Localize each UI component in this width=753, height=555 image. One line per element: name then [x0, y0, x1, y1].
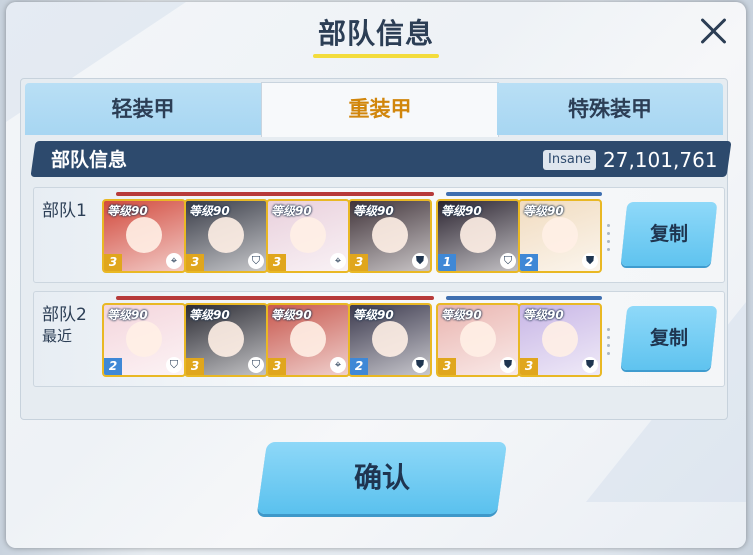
level-label: 等级90	[107, 204, 148, 218]
level-label: 等级90	[189, 204, 230, 218]
title-underline	[313, 54, 439, 58]
shield-icon: ⛊	[500, 357, 516, 373]
copy-button[interactable]	[620, 306, 718, 370]
crosshair-icon: ⌖	[166, 253, 182, 269]
character-card[interactable]: 等级90 2 ⛊	[348, 303, 432, 377]
character-portrait	[460, 321, 496, 357]
info-label: 部队信息	[51, 149, 128, 171]
character-card[interactable]: 等级90 2 ⛉	[102, 303, 186, 377]
character-portrait	[208, 321, 244, 357]
healer-icon: ⛉	[500, 253, 516, 269]
dialog-title: 部队信息	[317, 17, 434, 50]
character-card[interactable]: 等级90 3 ⌖	[266, 303, 350, 377]
unit-label: 部队2	[42, 305, 87, 325]
character-portrait	[126, 217, 162, 253]
divider-dots	[607, 224, 611, 256]
star-badge: 3	[268, 358, 286, 375]
healer-icon: ⛉	[248, 357, 264, 373]
tab-special-armor[interactable]: 特殊装甲	[497, 83, 723, 135]
crosshair-icon: ⌖	[330, 253, 346, 269]
character-portrait	[126, 321, 162, 357]
level-label: 等级90	[271, 308, 312, 322]
character-portrait	[290, 321, 326, 357]
character-portrait	[542, 321, 578, 357]
difficulty-badge: Insane	[543, 150, 597, 170]
character-card[interactable]: 等级90 3 ⛊	[348, 199, 432, 273]
level-label: 等级90	[107, 308, 148, 322]
character-card[interactable]: 等级90 3 ⛉	[184, 303, 268, 377]
character-card[interactable]: 等级90 1 ⛉	[436, 199, 520, 273]
character-portrait	[460, 217, 496, 253]
special-bar	[446, 192, 602, 196]
level-label: 等级90	[353, 308, 394, 322]
level-label: 等级90	[271, 204, 312, 218]
power-value: 27,101,761	[603, 148, 718, 172]
character-card[interactable]: 等级90 3 ⛉	[184, 199, 268, 273]
shield-icon: ⛊	[412, 253, 428, 269]
striker-bar	[116, 192, 434, 196]
character-portrait	[372, 217, 408, 253]
healer-icon: ⛉	[248, 253, 264, 269]
level-label: 等级90	[523, 204, 564, 218]
level-label: 等级90	[441, 308, 482, 322]
star-badge: 2	[104, 358, 122, 375]
star-badge: 3	[104, 254, 122, 271]
character-portrait	[290, 217, 326, 253]
shield-icon: ⛊	[412, 357, 428, 373]
crosshair-icon: ⌖	[330, 357, 346, 373]
unit-row-2: 部队2 最近 等级90 2 ⛉ 等级90 3 ⛉ 等级90 3 ⌖ 等级90 2 ⛊ 等级90 3 ⛊ 等级9…	[33, 291, 725, 387]
copy-button[interactable]	[620, 202, 718, 266]
healer-icon: ⛉	[166, 357, 182, 373]
unit-sublabel: 最近	[42, 327, 73, 345]
character-card[interactable]: 等级90 3 ⛊	[436, 303, 520, 377]
star-badge: 1	[438, 254, 456, 271]
level-label: 等级90	[189, 308, 230, 322]
star-badge: 3	[186, 254, 204, 271]
character-portrait	[208, 217, 244, 253]
confirm-button[interactable]	[256, 442, 508, 514]
shield-icon: ⛊	[582, 253, 598, 269]
special-bar	[446, 296, 602, 300]
character-card[interactable]: 等级90 3 ⛊	[518, 303, 602, 377]
divider-dots	[607, 328, 611, 360]
level-label: 等级90	[523, 308, 564, 322]
star-badge: 2	[520, 254, 538, 271]
team-panel: 轻装甲 重装甲 特殊装甲 部队信息 Insane 27,101,761 部队1 …	[20, 78, 732, 420]
character-card[interactable]: 等级90 2 ⛊	[518, 199, 602, 273]
armor-tabs: 轻装甲 重装甲 特殊装甲	[21, 79, 727, 137]
level-label: 等级90	[353, 204, 394, 218]
star-badge: 3	[268, 254, 286, 271]
unit-label: 部队1	[42, 201, 87, 221]
character-portrait	[372, 321, 408, 357]
shield-icon: ⛊	[582, 357, 598, 373]
star-badge: 3	[438, 358, 456, 375]
level-label: 等级90	[441, 204, 482, 218]
unit-row-1: 部队1 等级90 3 ⌖ 等级90 3 ⛉ 等级90 3 ⌖ 等级90 3 ⛊ 等级90 1 ⛉ 等级90 2 ⛊…	[33, 187, 725, 283]
character-card[interactable]: 等级90 3 ⌖	[266, 199, 350, 273]
star-badge: 3	[350, 254, 368, 271]
star-badge: 2	[350, 358, 368, 375]
tab-light-armor[interactable]: 轻装甲	[25, 83, 261, 135]
close-icon[interactable]	[694, 12, 732, 50]
tab-heavy-armor[interactable]: 重装甲	[261, 82, 499, 137]
striker-bar	[116, 296, 434, 300]
team-info-dialog: 部队信息 轻装甲 重装甲 特殊装甲 部队信息 Insane 27,101,761…	[6, 2, 746, 548]
character-portrait	[542, 217, 578, 253]
character-card[interactable]: 等级90 3 ⌖	[102, 199, 186, 273]
star-badge: 3	[186, 358, 204, 375]
star-badge: 3	[520, 358, 538, 375]
